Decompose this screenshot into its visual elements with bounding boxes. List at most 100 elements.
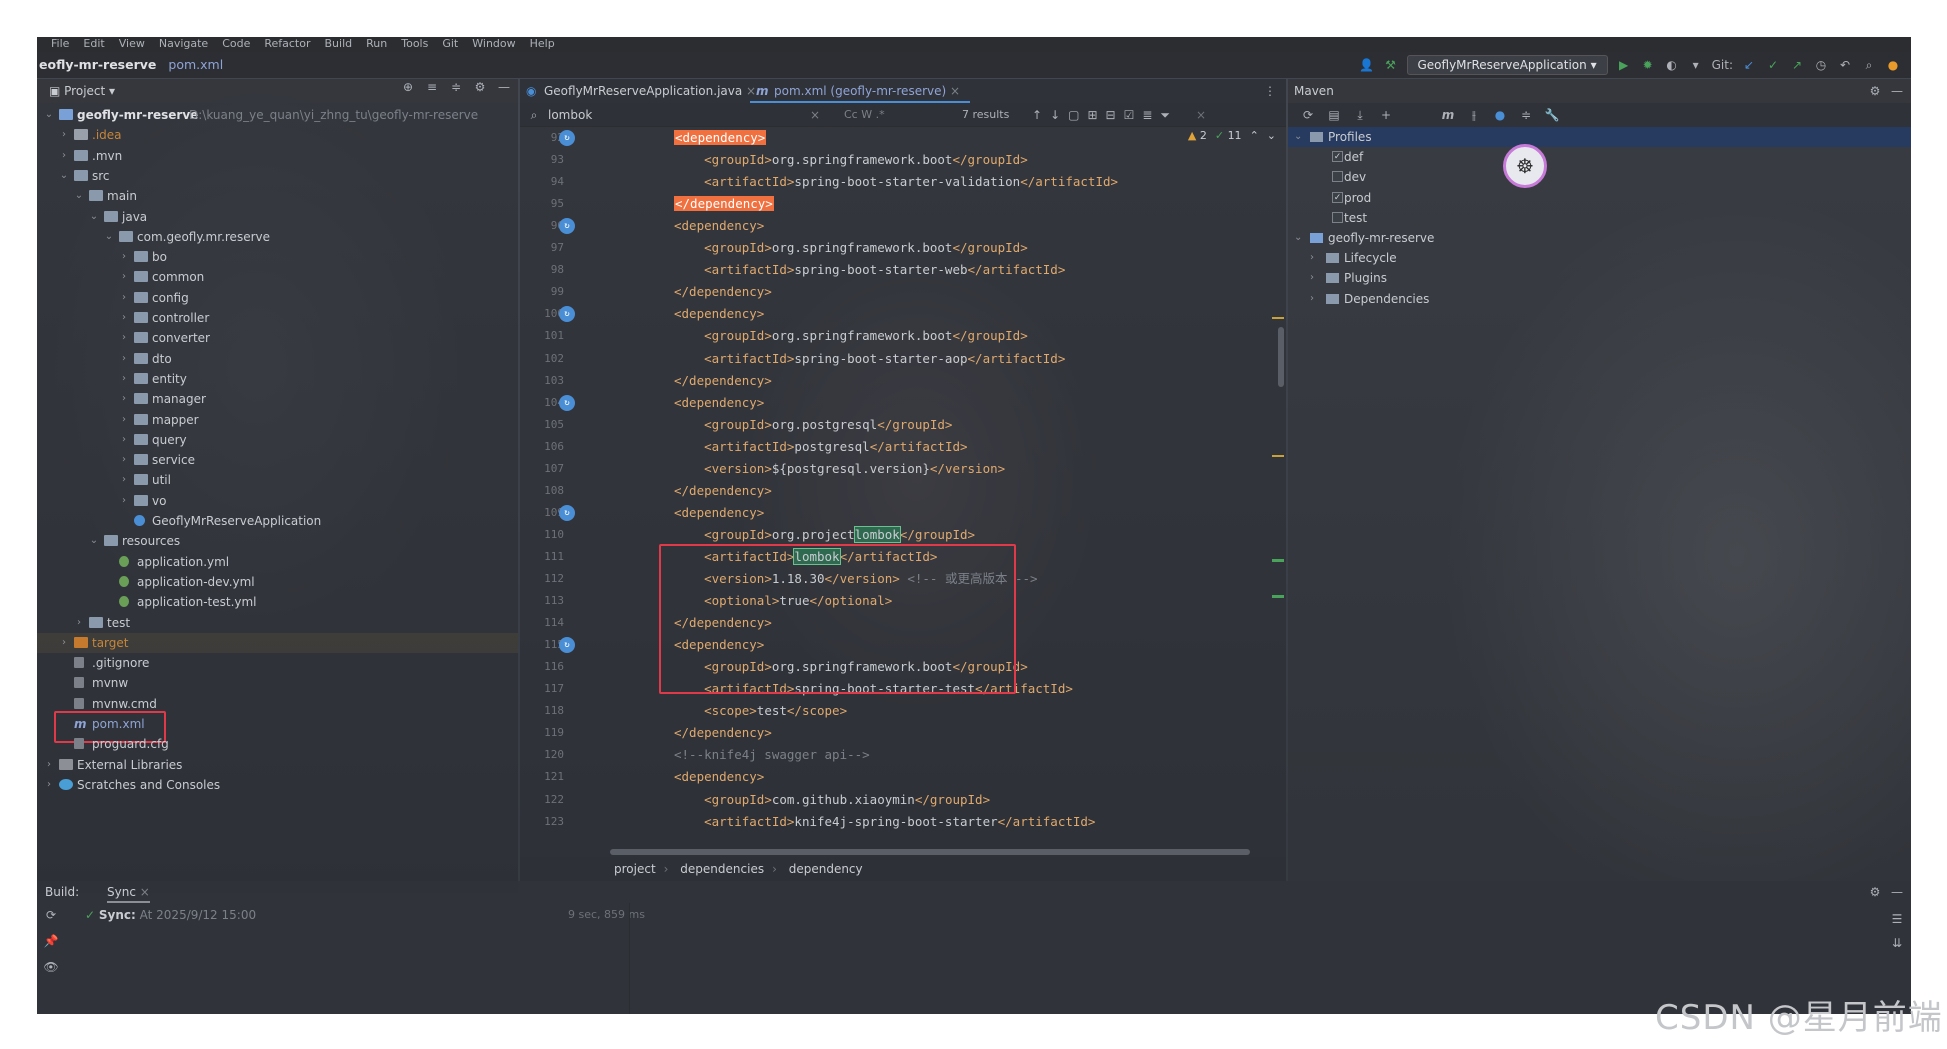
- reload-icon[interactable]: ⟳: [1300, 107, 1316, 123]
- menu-item-view[interactable]: View: [119, 37, 145, 50]
- dependency-gutter-icon[interactable]: ↻: [559, 306, 575, 323]
- tree-item[interactable]: ⌄ src: [37, 166, 518, 186]
- maven-tree-item[interactable]: ⌄ geofly-mr-reserve: [1288, 228, 1911, 248]
- floating-assistant-icon[interactable]: ☸: [1503, 144, 1547, 188]
- dependency-gutter-icon[interactable]: ↻: [559, 218, 575, 235]
- chevron-right-icon[interactable]: ›: [118, 410, 130, 430]
- tree-item[interactable]: › test: [37, 613, 518, 633]
- find-input[interactable]: lombok: [548, 103, 592, 127]
- soft-wrap-icon[interactable]: ☰: [1889, 911, 1905, 927]
- run-config-select[interactable]: GeoflyMrReserveApplication ▾: [1406, 55, 1608, 75]
- line-number[interactable]: 105: [524, 418, 564, 431]
- tab-pom-xml[interactable]: m pom.xml (geofly-mr-reserve) ×: [750, 79, 971, 103]
- tree-item[interactable]: › .idea: [37, 125, 518, 145]
- tab-sync[interactable]: Sync ×: [107, 885, 150, 903]
- line-number[interactable]: 102: [524, 352, 564, 365]
- menu-item-git[interactable]: Git: [442, 37, 458, 50]
- chevron-right-icon[interactable]: ›: [118, 328, 130, 348]
- chevron-down-icon[interactable]: ⌄: [103, 227, 115, 247]
- prev-problem-icon[interactable]: ⌃: [1250, 129, 1259, 142]
- line-number[interactable]: 93: [524, 153, 564, 166]
- history-icon[interactable]: ◷: [1813, 57, 1829, 73]
- hide-panel-icon[interactable]: —: [1889, 884, 1905, 900]
- chevron-right-icon[interactable]: ›: [118, 389, 130, 409]
- prev-occurrence-icon[interactable]: ↑: [1032, 103, 1042, 127]
- code-editor[interactable]: 92 ↻ 93 94 95 96 ↻ 97 98 99 100 ↻ 101 102 103 104 ↻ 105 10…: [520, 127, 1286, 857]
- chevron-right-icon[interactable]: ›: [118, 470, 130, 490]
- run-icon[interactable]: ▶: [1616, 57, 1632, 73]
- maven-tree-item[interactable]: › Lifecycle: [1288, 248, 1911, 268]
- rollback-icon[interactable]: ↶: [1837, 57, 1853, 73]
- tree-item[interactable]: application.yml: [37, 552, 518, 572]
- tree-item[interactable]: › bo: [37, 247, 518, 267]
- tree-item[interactable]: ⌄ main: [37, 186, 518, 206]
- menu-item-run[interactable]: Run: [366, 37, 387, 50]
- inspection-widget[interactable]: ▲ 2 ✓ 11 ⌃ ⌄: [1188, 129, 1276, 142]
- line-number[interactable]: 120: [524, 748, 564, 761]
- chevron-right-icon[interactable]: ›: [118, 369, 130, 389]
- tree-item[interactable]: › .mvn: [37, 146, 518, 166]
- tree-item[interactable]: › service: [37, 450, 518, 470]
- tree-item[interactable]: › config: [37, 288, 518, 308]
- tree-item[interactable]: ⌄ java: [37, 207, 518, 227]
- line-number[interactable]: 111: [524, 550, 564, 563]
- coverage-icon[interactable]: ◐: [1664, 57, 1680, 73]
- git-commit-icon[interactable]: ✓: [1765, 57, 1781, 73]
- chevron-right-icon[interactable]: ›: [43, 775, 55, 795]
- line-number[interactable]: 121: [524, 770, 564, 783]
- line-number[interactable]: 107: [524, 462, 564, 475]
- tree-item[interactable]: › manager: [37, 389, 518, 409]
- sync-result-row[interactable]: ✓ Sync: At 2025/9/12 15:00 9 sec, 859 ms: [85, 905, 645, 925]
- scrollbar-thumb[interactable]: [1278, 327, 1284, 387]
- maven-tree-item[interactable]: › Plugins: [1288, 268, 1911, 288]
- user-icon[interactable]: 👤: [1359, 57, 1375, 73]
- chevron-right-icon[interactable]: ›: [118, 308, 130, 328]
- dependency-gutter-icon[interactable]: ↻: [559, 637, 575, 654]
- tree-item[interactable]: application-test.yml: [37, 592, 518, 612]
- chevron-down-icon[interactable]: ⌄: [43, 105, 55, 125]
- debug-icon[interactable]: ✹: [1640, 57, 1656, 73]
- settings-gear-icon[interactable]: ⚙: [1867, 884, 1883, 900]
- breadcrumb-item[interactable]: project: [614, 862, 656, 876]
- chevron-down-icon[interactable]: ⌄: [88, 531, 100, 551]
- tree-item[interactable]: ⌄ geofly-mr-reserve D:\kuang_ye_quan\yi_zh…: [37, 105, 518, 125]
- profile-checkbox[interactable]: ✓: [1332, 151, 1343, 163]
- chevron-right-icon[interactable]: ›: [1310, 248, 1314, 268]
- project-name[interactable]: eofly-mr-reserve: [39, 57, 156, 72]
- menu-item-window[interactable]: Window: [472, 37, 515, 50]
- add-occurrence-icon[interactable]: ⊞: [1087, 103, 1097, 127]
- tree-item[interactable]: › util: [37, 470, 518, 490]
- menu-item-refactor[interactable]: Refactor: [264, 37, 310, 50]
- menu-item-edit[interactable]: Edit: [83, 37, 104, 50]
- menu-item-tools[interactable]: Tools: [401, 37, 428, 50]
- git-push-icon[interactable]: ↗: [1789, 57, 1805, 73]
- tree-item[interactable]: › entity: [37, 369, 518, 389]
- remove-occurrence-icon[interactable]: ⊟: [1106, 103, 1116, 127]
- breadcrumb-item[interactable]: dependencies: [680, 862, 764, 876]
- profile-checkbox[interactable]: ✓: [1332, 191, 1343, 203]
- chevron-down-icon[interactable]: ⌄: [1294, 127, 1302, 147]
- git-update-icon[interactable]: ↙: [1741, 57, 1757, 73]
- next-problem-icon[interactable]: ⌄: [1267, 129, 1276, 142]
- settings-gear-icon[interactable]: ⚙: [1867, 83, 1883, 99]
- locate-icon[interactable]: ⊕: [400, 79, 416, 95]
- line-number[interactable]: 115: [524, 638, 564, 651]
- tree-item[interactable]: ⌄ com.geofly.mr.reserve: [37, 227, 518, 247]
- pin-icon[interactable]: 📌: [43, 933, 59, 949]
- line-number[interactable]: 95: [524, 197, 564, 210]
- tree-item[interactable]: › common: [37, 267, 518, 287]
- chevron-down-icon[interactable]: ⌄: [58, 166, 70, 186]
- find-options[interactable]: Cc W .*: [844, 103, 885, 127]
- maven-tree-item[interactable]: › Dependencies: [1288, 289, 1911, 309]
- select-all-occurrences-icon[interactable]: ▢: [1068, 103, 1079, 127]
- hide-panel-icon[interactable]: —: [496, 79, 512, 95]
- close-icon[interactable]: ×: [950, 84, 960, 98]
- toggle-offline-icon[interactable]: ⫲: [1466, 107, 1482, 123]
- eye-icon[interactable]: 👁: [43, 959, 59, 975]
- chevron-right-icon[interactable]: ›: [43, 755, 55, 775]
- download-icon[interactable]: ⤓: [1352, 107, 1368, 123]
- line-number[interactable]: 112: [524, 572, 564, 585]
- maven-tree-item[interactable]: dev: [1288, 167, 1911, 187]
- settings-gear-icon[interactable]: ⚙: [472, 79, 488, 95]
- chevron-down-icon[interactable]: ⌄: [1294, 228, 1302, 248]
